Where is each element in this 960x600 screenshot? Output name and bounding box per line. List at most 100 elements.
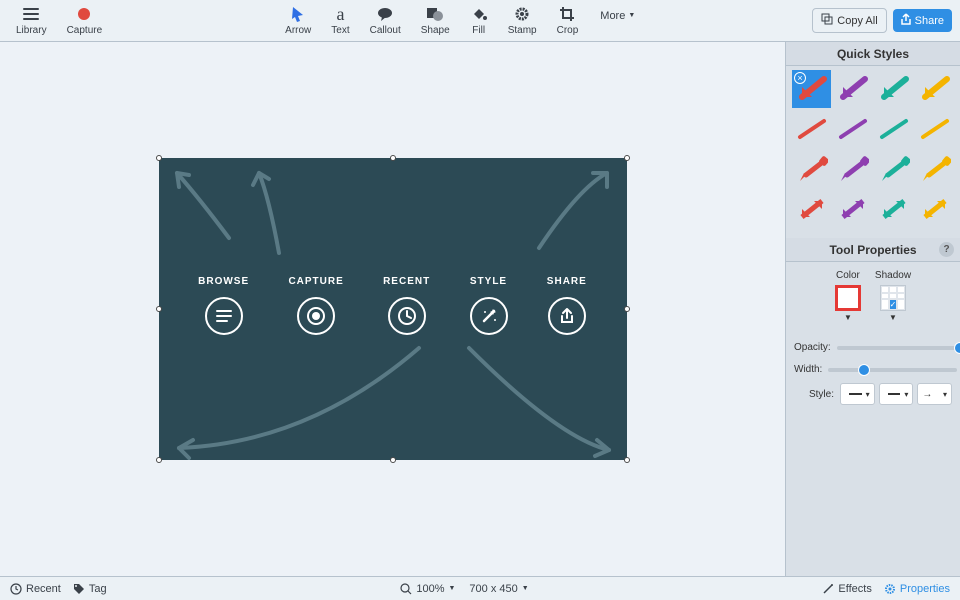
capture-label: Capture (67, 25, 103, 36)
share-button[interactable]: Share (893, 9, 952, 32)
dimensions-indicator[interactable]: 700 x 450▼ (469, 583, 528, 595)
quick-style-swatch[interactable] (874, 190, 913, 228)
right-panel: Quick Styles × Tool Properties? Color ▼ … (785, 42, 960, 576)
arrow-right-icon: → (922, 389, 932, 400)
quick-styles-grid: × (786, 66, 960, 238)
style-feature: STYLE (470, 276, 508, 335)
opacity-label: Opacity: (794, 342, 831, 353)
magnifier-icon (400, 583, 412, 595)
browse-feature: BROWSE (198, 276, 249, 335)
quick-style-swatch[interactable] (915, 70, 954, 108)
close-icon[interactable]: × (794, 72, 806, 84)
selection-handle[interactable] (156, 155, 162, 161)
quick-style-swatch[interactable] (874, 70, 913, 108)
gear-icon (513, 5, 531, 23)
top-toolbar: Library Capture Arrow a Text Callout Sha… (0, 0, 960, 42)
quick-style-swatch[interactable] (915, 190, 954, 228)
quick-style-swatch[interactable] (792, 190, 831, 228)
opacity-slider[interactable] (837, 346, 960, 350)
tag-status-button[interactable]: Tag (73, 583, 107, 595)
record-icon (75, 5, 93, 23)
record-ring-icon (297, 297, 335, 335)
feature-row: BROWSE CAPTURE RECENT STYLE SHARE (159, 276, 627, 335)
callout-tool[interactable]: Callout (362, 3, 409, 38)
effects-button[interactable]: Effects (822, 583, 871, 595)
line-end-style[interactable]: →▾ (917, 383, 952, 405)
menu-icon (22, 5, 40, 23)
quick-style-swatch[interactable] (874, 110, 913, 148)
copy-all-button[interactable]: Copy All (812, 8, 886, 33)
quick-style-swatch[interactable] (792, 150, 831, 188)
toolbar-left-group: Library Capture (8, 3, 110, 38)
share-up-icon (901, 13, 911, 28)
chevron-down-icon: ▼ (844, 313, 852, 322)
quick-style-swatch[interactable] (833, 150, 872, 188)
overlap-icon (426, 5, 444, 23)
text-a-icon: a (331, 5, 349, 23)
canvas-image[interactable]: BROWSE CAPTURE RECENT STYLE SHARE (159, 158, 627, 460)
shadow-picker[interactable]: Shadow ✓ ▼ (875, 270, 911, 322)
quick-style-swatch[interactable] (915, 150, 954, 188)
toolbar-center-group: Arrow a Text Callout Shape Fill Stamp Cr… (110, 3, 812, 38)
help-icon[interactable]: ? (939, 242, 954, 257)
quick-styles-header: Quick Styles (786, 42, 960, 66)
gear-icon (884, 583, 896, 595)
selection-handle[interactable] (624, 155, 630, 161)
quick-style-swatch[interactable] (833, 190, 872, 228)
tag-icon (73, 583, 85, 595)
arrow-tool[interactable]: Arrow (277, 3, 319, 38)
crop-icon (558, 5, 576, 23)
selection-handle[interactable] (156, 457, 162, 463)
share-icon (548, 297, 586, 335)
crop-tool[interactable]: Crop (549, 3, 587, 38)
more-button[interactable]: More▼ (590, 3, 645, 38)
recent-status-button[interactable]: Recent (10, 583, 61, 595)
share-feature: SHARE (547, 276, 587, 335)
quick-style-swatch[interactable] (792, 110, 831, 148)
copy-icon (821, 13, 833, 28)
quick-style-swatch[interactable] (874, 150, 913, 188)
fill-tool[interactable]: Fill (462, 3, 496, 38)
style-label: Style: (794, 389, 834, 400)
arrow-cursor-icon (289, 5, 307, 23)
clock-icon (10, 583, 22, 595)
shadow-grid-icon: ✓ (880, 285, 906, 311)
text-tool[interactable]: a Text (323, 3, 357, 38)
zoom-indicator[interactable]: 100%▼ (400, 583, 455, 595)
canvas-area[interactable]: BROWSE CAPTURE RECENT STYLE SHARE (0, 42, 785, 576)
chevron-down-icon: ▼ (889, 313, 897, 322)
capture-feature: CAPTURE (288, 276, 343, 335)
wand-icon (470, 297, 508, 335)
color-picker[interactable]: Color ▼ (835, 270, 861, 322)
line-start-style[interactable]: ▾ (840, 383, 875, 405)
tool-properties-header: Tool Properties? (786, 238, 960, 262)
color-swatch-icon (835, 285, 861, 311)
stamp-tool[interactable]: Stamp (500, 3, 545, 38)
quick-style-swatch[interactable] (833, 70, 872, 108)
quick-style-swatch[interactable] (833, 110, 872, 148)
hamburger-icon (205, 297, 243, 335)
selection-handle[interactable] (390, 155, 396, 161)
status-bar: Recent Tag 100%▼ 700 x 450▼ Effects Prop… (0, 576, 960, 600)
quick-style-swatch[interactable] (915, 110, 954, 148)
capture-button[interactable]: Capture (59, 3, 111, 38)
selection-handle[interactable] (390, 457, 396, 463)
chevron-down-icon: ▼ (448, 585, 455, 592)
bucket-icon (470, 5, 488, 23)
speech-icon (376, 5, 394, 23)
selection-handle[interactable] (624, 306, 630, 312)
recent-feature: RECENT (383, 276, 430, 335)
line-body-style[interactable]: ▾ (879, 383, 914, 405)
library-button[interactable]: Library (8, 3, 55, 38)
properties-button[interactable]: Properties (884, 583, 950, 595)
selection-handle[interactable] (156, 306, 162, 312)
width-slider[interactable] (828, 368, 957, 372)
shape-tool[interactable]: Shape (413, 3, 458, 38)
tool-properties-body: Color ▼ Shadow ✓ ▼ Opacity: 100% Width: … (786, 262, 960, 418)
wand-icon (822, 583, 834, 595)
clock-icon (388, 297, 426, 335)
quick-style-swatch[interactable]: × (792, 70, 831, 108)
chevron-down-icon: ▼ (522, 585, 529, 592)
width-label: Width: (794, 364, 822, 375)
selection-handle[interactable] (624, 457, 630, 463)
